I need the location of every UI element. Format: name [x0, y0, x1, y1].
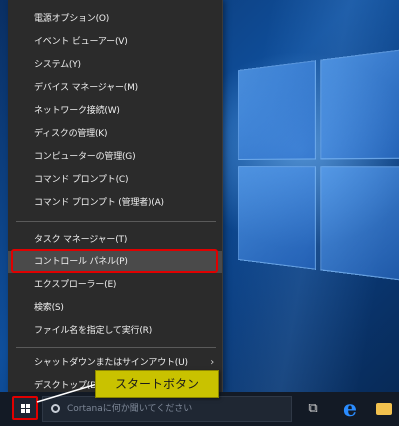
- menu-item-event-viewer[interactable]: イベント ビューアー(V): [8, 31, 222, 53]
- menu-item-run[interactable]: ファイル名を指定して実行(R): [8, 320, 222, 342]
- menu-item-disk-management[interactable]: ディスクの管理(K): [8, 123, 222, 145]
- menu-separator: [16, 347, 216, 348]
- logo-pane: [320, 166, 399, 285]
- control-panel-highlight-frame: [11, 249, 218, 273]
- menu-item-label: シャットダウンまたはサインアウト(U): [34, 358, 188, 368]
- menu-item-file-explorer[interactable]: エクスプローラー(E): [8, 274, 222, 296]
- folder-shape: [376, 403, 392, 415]
- start-button-callout: スタートボタン: [95, 370, 219, 398]
- menu-item-search[interactable]: 検索(S): [8, 297, 222, 319]
- search-placeholder: Cortanaに何か聞いてください: [67, 404, 193, 414]
- logo-pane: [238, 166, 316, 270]
- menu-item-network-connections[interactable]: ネットワーク接続(W): [8, 100, 222, 122]
- cortana-search-box[interactable]: Cortanaに何か聞いてください: [42, 396, 292, 422]
- logo-pane: [320, 45, 399, 160]
- start-icon: [21, 404, 31, 413]
- cortana-circle-icon: [51, 404, 60, 413]
- logo-pane: [238, 60, 316, 161]
- menu-item-power-options[interactable]: 電源オプション(O): [8, 8, 222, 30]
- file-explorer-icon[interactable]: [374, 398, 396, 420]
- task-view-icon[interactable]: ⧉: [302, 398, 324, 420]
- menu-item-command-prompt[interactable]: コマンド プロンプト(C): [8, 169, 222, 191]
- menu-item-command-prompt-admin[interactable]: コマンド プロンプト (管理者)(A): [8, 192, 222, 214]
- start-button[interactable]: [12, 396, 38, 420]
- menu-item-device-manager[interactable]: デバイス マネージャー(M): [8, 77, 222, 99]
- menu-separator: [16, 221, 216, 222]
- menu-item-task-manager[interactable]: タスク マネージャー(T): [8, 229, 222, 251]
- menu-item-computer-management[interactable]: コンピューターの管理(G): [8, 146, 222, 168]
- edge-icon[interactable]: e: [339, 398, 361, 420]
- menu-item-system[interactable]: システム(Y): [8, 54, 222, 76]
- winx-context-menu: 電源オプション(O) イベント ビューアー(V) システム(Y) デバイス マネ…: [8, 0, 223, 393]
- windows-logo-wallpaper: [238, 45, 399, 285]
